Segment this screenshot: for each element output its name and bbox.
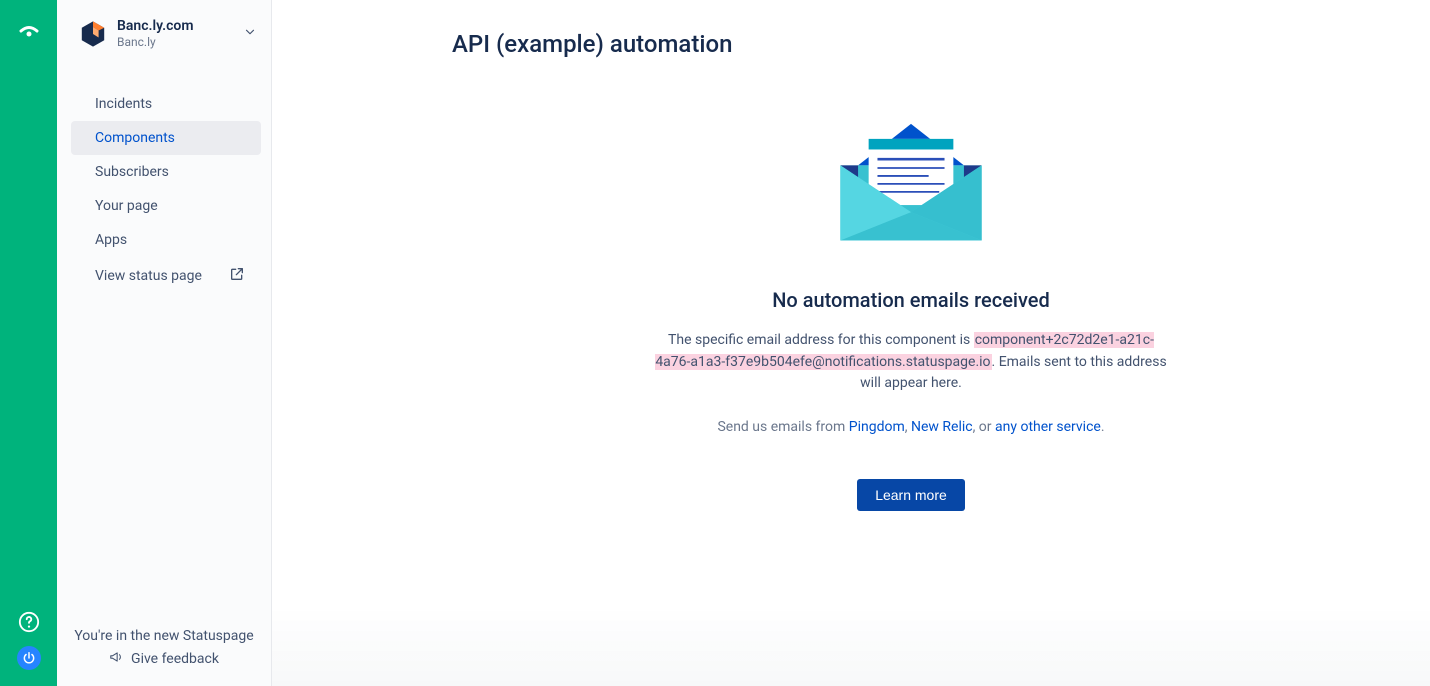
sidebar-item-apps[interactable]: Apps — [71, 223, 261, 257]
send-prefix: Send us emails from — [717, 419, 848, 435]
empty-state: No automation emails received The specif… — [651, 108, 1171, 511]
feedback-label: Give feedback — [131, 651, 219, 667]
sidebar-item-your-page[interactable]: Your page — [71, 189, 261, 223]
global-rail — [0, 0, 57, 686]
external-link-icon — [229, 266, 245, 286]
sidebar-item-label: View status page — [95, 268, 202, 284]
link-pingdom[interactable]: Pingdom — [849, 419, 905, 435]
megaphone-icon — [109, 650, 123, 668]
empty-state-description: The specific email address for this comp… — [651, 330, 1171, 395]
org-subtitle: Banc.ly — [117, 35, 233, 49]
sidebar-item-subscribers[interactable]: Subscribers — [71, 155, 261, 189]
org-text: Banc.ly.com Banc.ly — [117, 18, 233, 49]
send-emails-hint: Send us emails from Pingdom, New Relic, … — [651, 417, 1171, 439]
sidebar-nav: Incidents Components Subscribers Your pa… — [57, 67, 271, 295]
sidebar-item-label: Components — [95, 130, 175, 146]
org-switcher[interactable]: Banc.ly.com Banc.ly — [57, 0, 271, 67]
send-suffix: . — [1101, 419, 1105, 435]
envelope-illustration-icon — [821, 108, 1001, 258]
sidebar-item-label: Apps — [95, 232, 127, 248]
sidebar-item-label: Your page — [95, 198, 158, 214]
power-icon[interactable] — [17, 646, 41, 670]
desc-prefix: The specific email address for this comp… — [668, 332, 974, 348]
sidebar-item-label: Subscribers — [95, 164, 169, 180]
new-statuspage-note: You're in the new Statuspage — [57, 628, 271, 644]
org-logo-icon — [79, 20, 107, 48]
page-title: API (example) automation — [452, 30, 1370, 58]
link-any-other-service[interactable]: any other service — [995, 419, 1101, 435]
sidebar-item-components[interactable]: Components — [71, 121, 261, 155]
sep2: , or — [973, 419, 995, 435]
sidebar: Banc.ly.com Banc.ly Incidents Components… — [57, 0, 272, 686]
give-feedback-button[interactable]: Give feedback — [57, 650, 271, 668]
app-switcher-icon[interactable] — [17, 20, 41, 44]
sidebar-item-label: Incidents — [95, 96, 152, 112]
sidebar-item-incidents[interactable]: Incidents — [71, 87, 261, 121]
sidebar-item-view-status-page[interactable]: View status page — [71, 257, 261, 295]
empty-state-heading: No automation emails received — [651, 288, 1171, 312]
learn-more-button[interactable]: Learn more — [857, 479, 965, 511]
sidebar-footer: You're in the new Statuspage Give feedba… — [57, 618, 271, 686]
chevron-down-icon — [243, 25, 257, 43]
main-content: API (example) automation — [272, 0, 1430, 686]
link-new-relic[interactable]: New Relic — [911, 419, 973, 435]
org-title: Banc.ly.com — [117, 18, 233, 35]
help-icon[interactable] — [17, 610, 41, 634]
